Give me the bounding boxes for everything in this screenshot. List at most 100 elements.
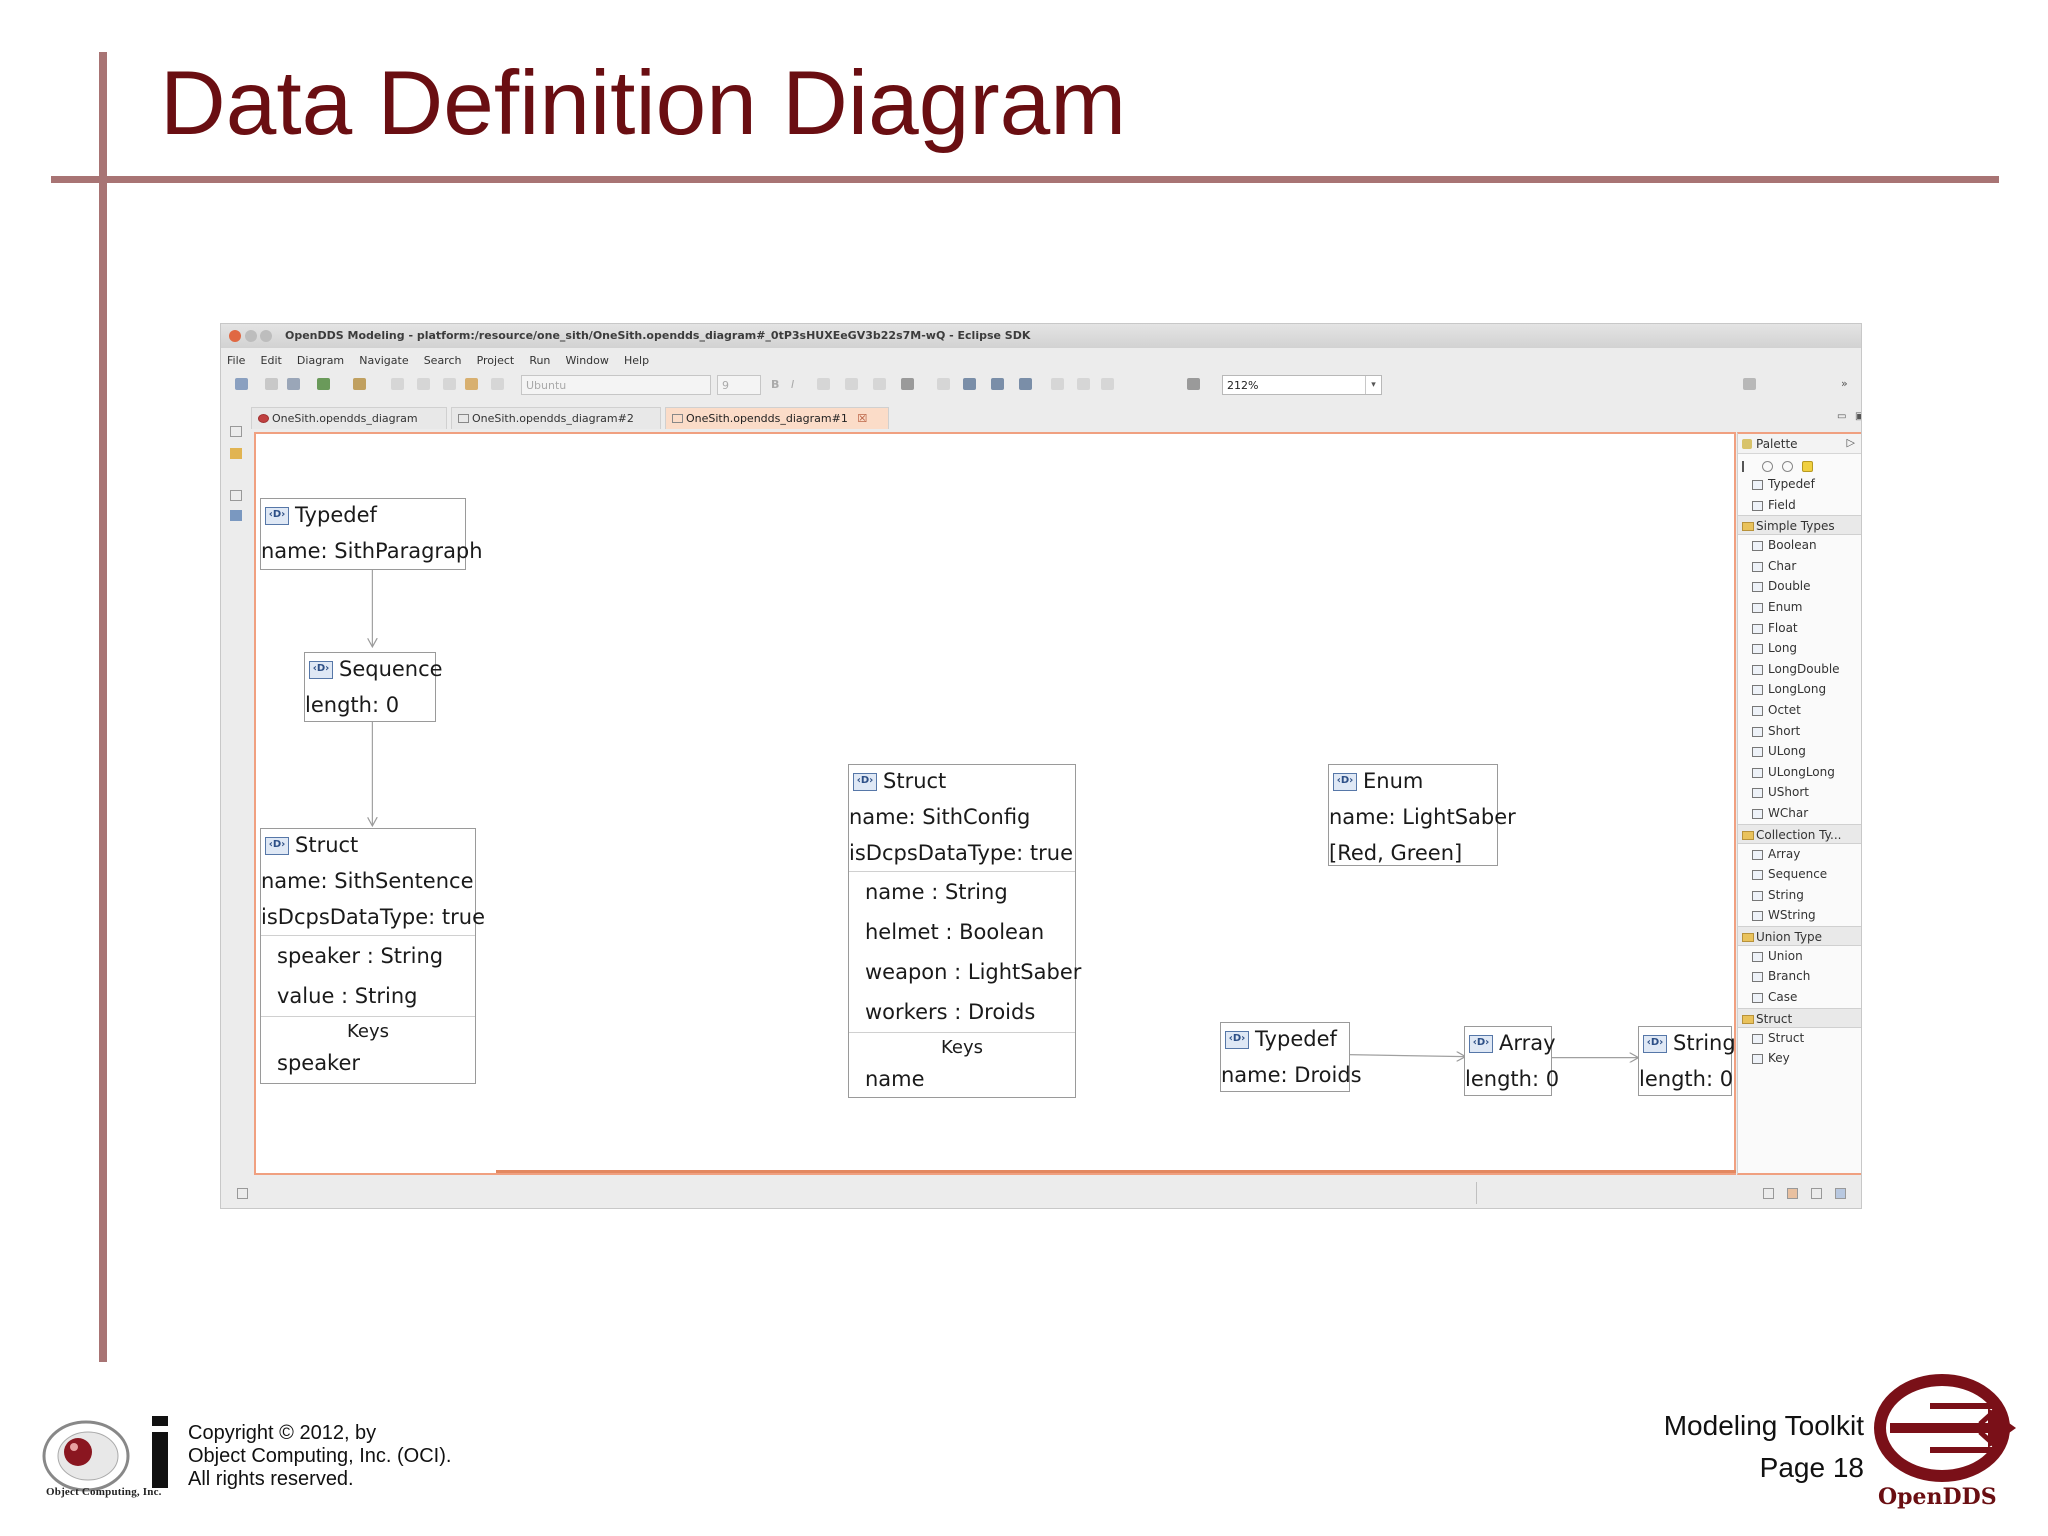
menu-search[interactable]: Search: [424, 352, 462, 370]
refresh-icon[interactable]: [937, 378, 950, 390]
outline-icon[interactable]: [230, 510, 242, 521]
save-icon[interactable]: [265, 378, 278, 390]
select-all-icon[interactable]: [963, 378, 976, 390]
array-node[interactable]: ‹D› Array length: 0: [1464, 1026, 1559, 1096]
pointer-tool-icon[interactable]: [1742, 461, 1753, 472]
palette-item-longlong[interactable]: LongLong: [1738, 679, 1861, 700]
zoom-out-icon[interactable]: [1782, 461, 1794, 472]
restore-icon[interactable]: [230, 426, 242, 437]
tab-onesith-diagram-1[interactable]: OneSith.opendds_diagram#1 ☒: [665, 407, 889, 429]
palette-item-ushort[interactable]: UShort: [1738, 782, 1861, 803]
minimize-editor-icon[interactable]: ▭: [1837, 411, 1846, 422]
palette-item-float[interactable]: Float: [1738, 618, 1861, 639]
fast-view-icon[interactable]: [237, 1188, 248, 1199]
palette-item-branch[interactable]: Branch: [1738, 966, 1861, 987]
palette-drawer-union-type[interactable]: Union Type: [1738, 925, 1861, 946]
line-color-icon[interactable]: [873, 378, 886, 390]
progress-icon[interactable]: [1835, 1188, 1846, 1199]
console-icon[interactable]: [1811, 1188, 1822, 1199]
menu-window[interactable]: Window: [566, 352, 609, 370]
key-row[interactable]: speaker: [261, 1047, 475, 1079]
palette-item-double[interactable]: Double: [1738, 576, 1861, 597]
print-icon[interactable]: [287, 378, 300, 390]
select-icon[interactable]: [391, 378, 404, 390]
chevron-down-icon[interactable]: ▾: [1365, 376, 1381, 394]
fill-color-icon[interactable]: [845, 378, 858, 390]
field-row[interactable]: helmet : Boolean: [849, 912, 1075, 952]
close-icon[interactable]: [229, 330, 241, 342]
maximize-icon[interactable]: [260, 330, 272, 342]
palette-item-boolean[interactable]: Boolean: [1738, 535, 1861, 556]
palette-item-array[interactable]: Array: [1738, 844, 1861, 865]
menu-project[interactable]: Project: [477, 352, 515, 370]
palette-header[interactable]: Palette ▷: [1738, 434, 1861, 454]
font-combo[interactable]: Ubuntu: [521, 375, 711, 395]
diagram-canvas[interactable]: ‹D› Typedef name: SithParagraph ‹D› Sequen…: [254, 432, 1736, 1175]
italic-button[interactable]: I: [791, 378, 794, 391]
navigate-forward-icon[interactable]: [491, 378, 504, 390]
auto-size-icon[interactable]: [1051, 378, 1064, 390]
menu-file[interactable]: File: [227, 352, 245, 370]
field-row[interactable]: weapon : LightSaber: [849, 952, 1081, 992]
palette-item-struct[interactable]: Struct: [1738, 1028, 1861, 1049]
palette-item-key[interactable]: Key: [1738, 1048, 1861, 1069]
palette-item-wchar[interactable]: WChar: [1738, 803, 1861, 824]
package-explorer-icon[interactable]: [230, 448, 242, 459]
arrange-all-icon[interactable]: [991, 378, 1004, 390]
tab-onesith-diagram-2[interactable]: OneSith.opendds_diagram#2: [451, 407, 661, 429]
restore-icon-2[interactable]: [230, 490, 242, 501]
palette-item-char[interactable]: Char: [1738, 556, 1861, 577]
palette-item-typedef[interactable]: Typedef: [1738, 474, 1861, 495]
zoom-combo[interactable]: 212% ▾: [1222, 375, 1382, 395]
field-row[interactable]: speaker : String: [261, 936, 475, 976]
menu-navigate[interactable]: Navigate: [359, 352, 408, 370]
align-icon[interactable]: [1019, 378, 1032, 390]
navigate-back-icon[interactable]: [465, 378, 478, 390]
palette-item-short[interactable]: Short: [1738, 721, 1861, 742]
field-row[interactable]: workers : Droids: [849, 992, 1075, 1032]
field-row[interactable]: name : String: [849, 872, 1075, 912]
palette-drawer-struct[interactable]: Struct: [1738, 1007, 1861, 1028]
palette-item-long[interactable]: Long: [1738, 638, 1861, 659]
new-icon[interactable]: [235, 378, 248, 390]
tab-onesith-diagram[interactable]: OneSith.opendds_diagram: [251, 407, 447, 429]
key-row[interactable]: name: [849, 1063, 1075, 1095]
palette-item-union[interactable]: Union: [1738, 946, 1861, 967]
overflow-chevron-icon[interactable]: »: [1841, 377, 1848, 390]
menu-run[interactable]: Run: [529, 352, 550, 370]
palette-drawer-simple-types[interactable]: Simple Types: [1738, 515, 1861, 536]
menu-diagram[interactable]: Diagram: [297, 352, 344, 370]
typedef-node-droids[interactable]: ‹D› Typedef name: Droids: [1220, 1022, 1362, 1092]
perspective-icon[interactable]: [1743, 378, 1756, 390]
back-icon[interactable]: [443, 378, 456, 390]
typedef-node-sithparagraph[interactable]: ‹D› Typedef name: SithParagraph: [260, 498, 483, 570]
sequence-node[interactable]: ‹D› Sequence length: 0: [304, 652, 443, 722]
field-row[interactable]: value : String: [261, 976, 475, 1016]
menu-help[interactable]: Help: [624, 352, 649, 370]
chevron-right-icon[interactable]: ▷: [1847, 436, 1855, 449]
palette-item-ulong[interactable]: ULong: [1738, 741, 1861, 762]
arrange-icon[interactable]: [417, 378, 430, 390]
palette-item-longdouble[interactable]: LongDouble: [1738, 659, 1861, 680]
palette-item-field[interactable]: Field: [1738, 495, 1861, 516]
palette-item-wstring[interactable]: WString: [1738, 905, 1861, 926]
bold-button[interactable]: B: [771, 378, 779, 391]
zoom-fit-icon[interactable]: [1187, 378, 1200, 390]
struct-node-sithconfig[interactable]: ‹D› Struct name: SithConfig isDcpsDataTyp…: [848, 764, 1081, 1098]
pin-icon[interactable]: [1077, 378, 1090, 390]
minimize-icon[interactable]: [245, 330, 257, 342]
string-node[interactable]: ‹D› String length: 0: [1638, 1026, 1736, 1096]
pin-icon[interactable]: [1763, 1188, 1774, 1199]
font-size-combo[interactable]: 9: [717, 375, 761, 395]
line-style-icon[interactable]: [901, 378, 914, 390]
menu-edit[interactable]: Edit: [261, 352, 282, 370]
zoom-in-icon[interactable]: [1762, 461, 1774, 472]
close-icon[interactable]: ☒: [857, 412, 867, 425]
problems-icon[interactable]: [1787, 1188, 1798, 1199]
search-icon[interactable]: [317, 378, 330, 390]
note-tool-icon[interactable]: [1802, 461, 1814, 472]
font-color-icon[interactable]: [817, 378, 830, 390]
delete-icon[interactable]: [1101, 378, 1114, 390]
palette-item-case[interactable]: Case: [1738, 987, 1861, 1008]
palette-item-octet[interactable]: Octet: [1738, 700, 1861, 721]
